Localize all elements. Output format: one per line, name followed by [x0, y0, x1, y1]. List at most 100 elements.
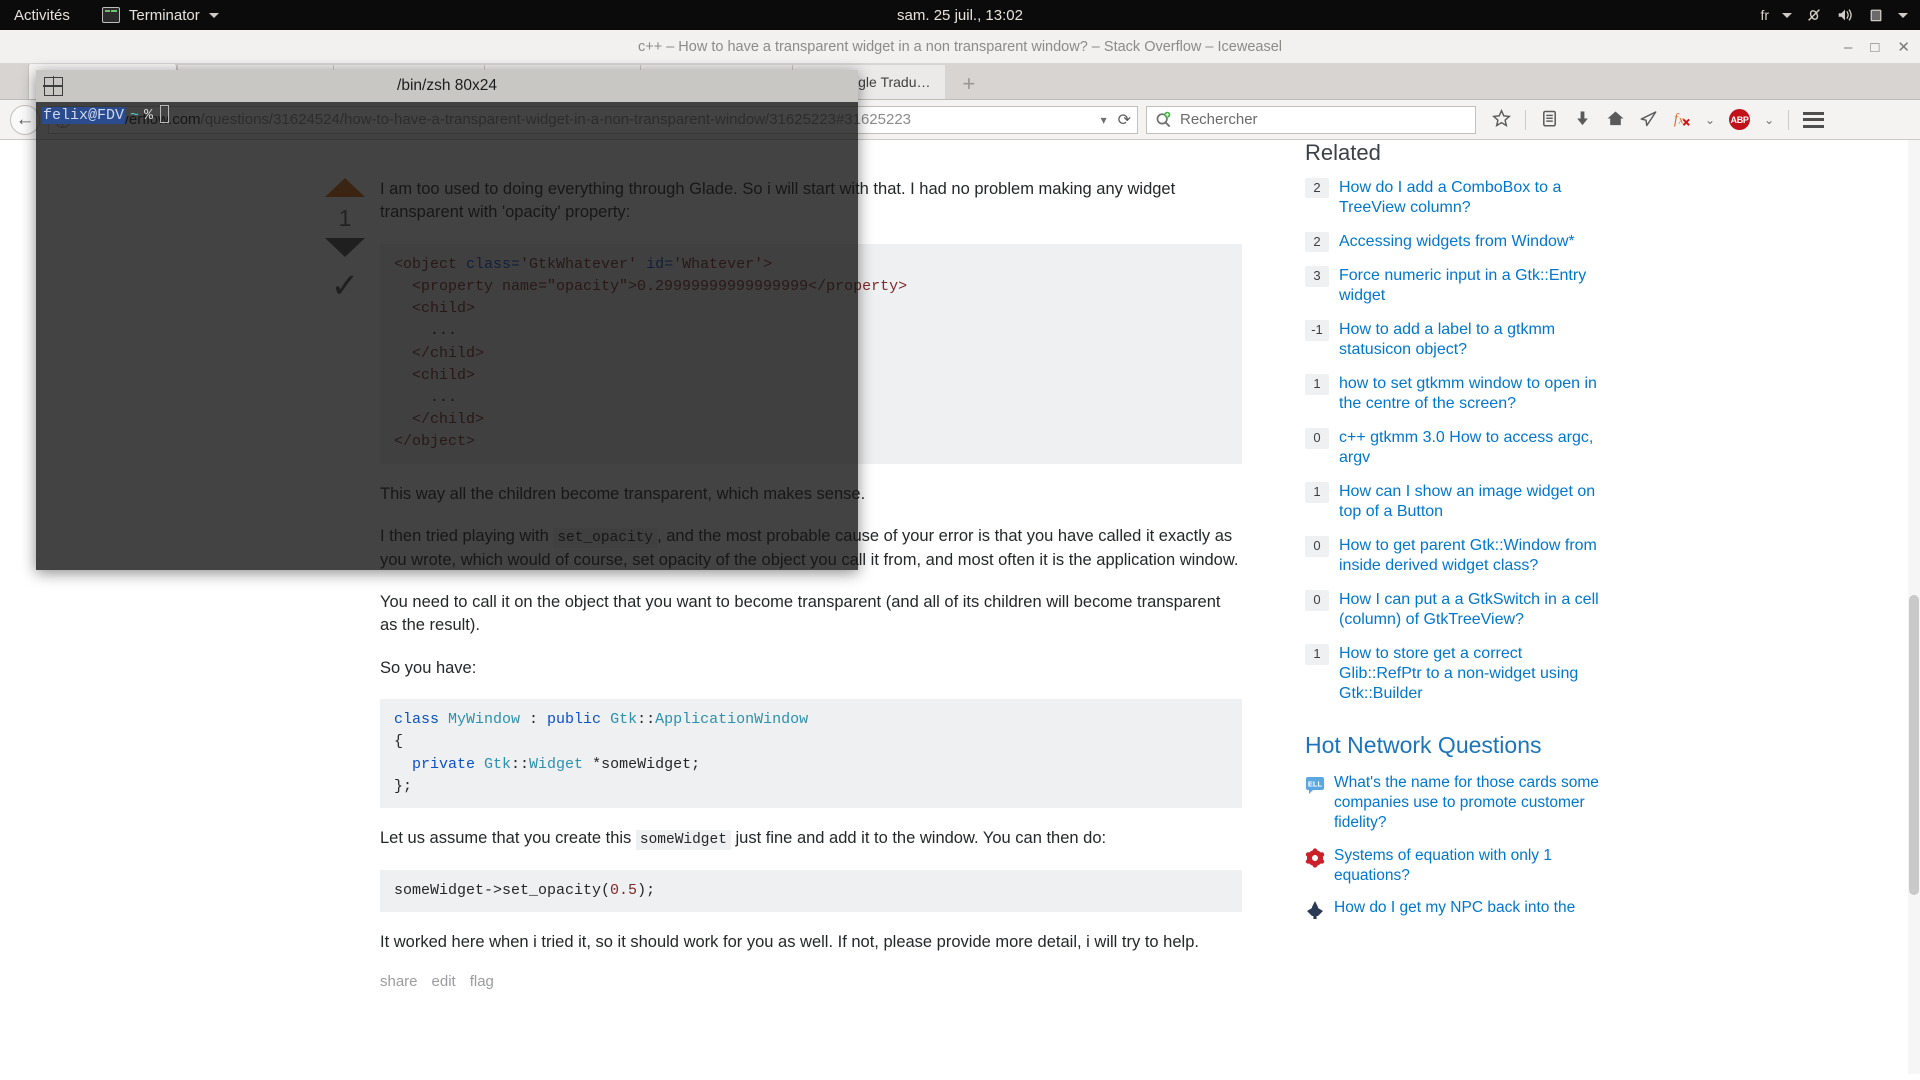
hot-question-item[interactable]: Systems of equation with only 1 equation…	[1305, 846, 1605, 886]
code-line: };	[394, 777, 413, 795]
gnome-top-bar: Activités Terminator sam. 25 juil., 13:0…	[0, 0, 1920, 30]
home-icon[interactable]	[1606, 109, 1625, 131]
app-menu-terminator[interactable]: Terminator	[101, 6, 219, 24]
flag-link[interactable]: flag	[470, 973, 494, 990]
related-score: 0	[1305, 590, 1329, 611]
hot-question-link[interactable]: Systems of equation with only 1 equation…	[1334, 846, 1605, 886]
related-link[interactable]: How can I show an image widget on top of…	[1339, 482, 1605, 522]
paragraph-text: just fine and add it to the window. You …	[730, 828, 1107, 847]
code-token: class	[394, 711, 440, 729]
menu-icon[interactable]	[1803, 111, 1825, 128]
close-button[interactable]: ✕	[1897, 40, 1910, 55]
related-link[interactable]: How to store get a correct Glib::RefPtr …	[1339, 644, 1605, 704]
share-link[interactable]: share	[380, 973, 418, 990]
related-score: -1	[1305, 320, 1329, 341]
chevron-down-icon[interactable]	[1898, 12, 1908, 18]
terminal-titlebar: /bin/zsh 80x24	[36, 70, 858, 102]
code-token: private	[394, 755, 476, 773]
maximize-button[interactable]: □	[1870, 40, 1879, 55]
related-score: 2	[1305, 178, 1329, 199]
code-line: {	[394, 733, 404, 751]
adblock-plus-icon[interactable]: ABP	[1729, 109, 1751, 130]
related-score: 1	[1305, 644, 1329, 665]
code-token: ApplicationWindow	[655, 711, 809, 729]
related-score: 3	[1305, 266, 1329, 287]
system-status-area[interactable]: fr	[1760, 6, 1920, 24]
related-item[interactable]: 2 How do I add a ComboBox to a TreeView …	[1305, 178, 1605, 218]
toolbar-icons: fx ⌄ ABP ⌄	[1492, 108, 1825, 131]
terminal-window[interactable]: /bin/zsh 80x24 felix@FDV ~%	[36, 70, 858, 570]
related-item[interactable]: 1 How can I show an image widget on top …	[1305, 482, 1605, 522]
related-header: Related	[1305, 140, 1381, 165]
terminal-prompt-symbol: %	[144, 107, 154, 124]
app-menu-label: Terminator	[128, 6, 200, 24]
related-item[interactable]: -1 How to add a label to a gtkmm statusi…	[1305, 320, 1605, 360]
code-token: ::	[637, 711, 656, 729]
download-icon[interactable]	[1573, 109, 1592, 131]
edit-link[interactable]: edit	[432, 973, 456, 990]
math-site-icon	[1305, 848, 1325, 868]
code-block-cpp: class MyWindow : public Gtk::Application…	[380, 699, 1242, 808]
related-score: 0	[1305, 536, 1329, 557]
paragraph-text: Let us assume that you create this	[380, 828, 636, 847]
toolbar-divider	[1525, 109, 1526, 130]
window-title: c++ – How to have a transparent widget i…	[638, 38, 1282, 55]
clock[interactable]: sam. 25 juil., 13:02	[0, 7, 1920, 24]
hot-network-questions-header: Hot Network Questions	[1305, 732, 1542, 759]
related-link[interactable]: how to set gtkmm window to open in the c…	[1339, 374, 1605, 414]
code-token: Gtk	[475, 755, 512, 773]
search-icon	[1155, 111, 1172, 128]
send-icon[interactable]	[1639, 109, 1658, 131]
answer-paragraph: Let us assume that you create this someW…	[380, 827, 1242, 851]
ell-site-icon: ELL	[1305, 775, 1325, 795]
inline-code: someWidget	[635, 829, 731, 850]
related-item[interactable]: 3 Force numeric input in a Gtk::Entry wi…	[1305, 266, 1605, 306]
terminal-body[interactable]: felix@FDV ~%	[36, 102, 858, 570]
flashblock-icon[interactable]: fx	[1672, 109, 1691, 131]
related-item[interactable]: 0 How to get parent Gtk::Window from ins…	[1305, 536, 1605, 576]
keyboard-layout-label[interactable]: fr	[1760, 7, 1769, 23]
hot-question-link[interactable]: What's the name for those cards some com…	[1334, 773, 1605, 832]
svg-text:ELL: ELL	[1308, 780, 1323, 789]
chevron-down-icon[interactable]: ⌄	[1764, 113, 1774, 127]
page-scrollbar[interactable]	[1908, 140, 1920, 1074]
related-score: 2	[1305, 232, 1329, 253]
related-link[interactable]: How do I add a ComboBox to a TreeView co…	[1339, 178, 1605, 218]
terminal-cursor	[160, 105, 170, 123]
code-token: ::	[511, 755, 530, 773]
chevron-down-icon[interactable]: ▾	[1101, 113, 1107, 127]
related-link[interactable]: How to add a label to a gtkmm statusicon…	[1339, 320, 1605, 360]
related-link[interactable]: Accessing widgets from Window*	[1339, 232, 1575, 252]
related-item[interactable]: 0 c++ gtkmm 3.0 How to access argc, argv	[1305, 428, 1605, 468]
hot-question-link[interactable]: How do I get my NPC back into the	[1334, 898, 1575, 918]
answer-paragraph: You need to call it on the object that y…	[380, 592, 1221, 635]
chevron-down-icon[interactable]: ⌄	[1705, 113, 1715, 127]
reload-icon[interactable]: ⟳	[1114, 110, 1131, 130]
related-link[interactable]: c++ gtkmm 3.0 How to access argc, argv	[1339, 428, 1605, 468]
related-item[interactable]: 0 How I can put a a GtkSwitch in a cell …	[1305, 590, 1605, 630]
terminal-prompt-user: felix@FDV	[42, 107, 126, 124]
chevron-down-icon	[208, 12, 219, 18]
related-item[interactable]: 1 How to store get a correct Glib::RefPt…	[1305, 644, 1605, 704]
window-controls: – □ ✕	[1844, 30, 1910, 64]
code-token: Widget	[529, 755, 584, 773]
hot-question-item[interactable]: How do I get my NPC back into the	[1305, 898, 1605, 920]
related-link[interactable]: Force numeric input in a Gtk::Entry widg…	[1339, 266, 1605, 306]
terminal-title: /bin/zsh 80x24	[397, 77, 497, 94]
search-bar[interactable]: Rechercher	[1146, 105, 1476, 134]
related-link[interactable]: How I can put a a GtkSwitch in a cell (c…	[1339, 590, 1605, 630]
reading-list-icon[interactable]	[1540, 109, 1559, 131]
new-tab-button[interactable]: +	[945, 69, 994, 99]
gamedev-site-icon	[1305, 900, 1325, 920]
sidebar: Related 2 How do I add a ComboBox to a T…	[1305, 140, 1605, 933]
related-item[interactable]: 2 Accessing widgets from Window*	[1305, 232, 1605, 253]
related-score: 1	[1305, 482, 1329, 503]
star-icon[interactable]	[1492, 108, 1511, 131]
activities-button[interactable]: Activités	[0, 7, 84, 24]
minimize-button[interactable]: –	[1844, 40, 1852, 55]
hot-question-item[interactable]: ELL What's the name for those cards some…	[1305, 773, 1605, 832]
page-scrollbar-thumb[interactable]	[1909, 595, 1919, 895]
related-link[interactable]: How to get parent Gtk::Window from insid…	[1339, 536, 1605, 576]
code-block-call: someWidget->set_opacity(0.5);	[380, 869, 1242, 912]
related-item[interactable]: 1 how to set gtkmm window to open in the…	[1305, 374, 1605, 414]
